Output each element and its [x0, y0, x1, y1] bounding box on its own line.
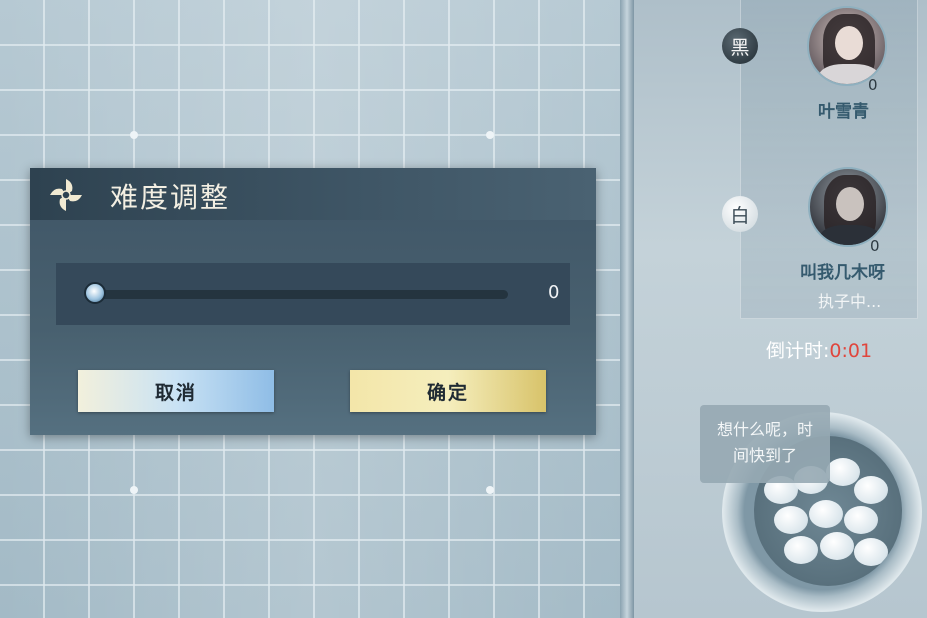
star-point — [130, 486, 138, 494]
slider-handle[interactable] — [84, 282, 106, 304]
black-score: 0 — [868, 76, 878, 94]
slider-track[interactable] — [94, 290, 508, 299]
confirm-button[interactable]: 确定 — [350, 370, 546, 412]
black-player-name: 叶雪青 — [818, 102, 869, 122]
countdown: 倒计时:0:01 — [766, 336, 872, 363]
white-player-name: 叫我几木呀 — [800, 263, 885, 283]
turn-status: 执子中... — [818, 292, 882, 311]
countdown-label: 倒计时: — [766, 340, 830, 362]
difficulty-slider[interactable]: 0 — [56, 263, 570, 325]
star-point — [486, 486, 494, 494]
cancel-button[interactable]: 取消 — [78, 370, 274, 412]
avatar-face — [836, 187, 864, 221]
star-point — [486, 131, 494, 139]
dialog-header: 难度调整 — [30, 168, 596, 220]
chat-bubble-line: 间快到了 — [732, 446, 797, 465]
white-score: 0 — [870, 237, 880, 255]
board-edge — [620, 0, 634, 618]
chat-bubble-line: 想什么呢，时 — [716, 420, 813, 439]
countdown-value: 0:01 — [829, 340, 873, 362]
slider-value: 0 — [548, 282, 560, 303]
black-stone-badge: 黑 — [722, 28, 758, 64]
difficulty-dialog: 难度调整 0 取消 确定 — [30, 168, 596, 435]
star-point — [130, 131, 138, 139]
avatar-white-player[interactable] — [808, 167, 888, 247]
pinwheel-icon — [50, 179, 82, 211]
white-stone-badge: 白 — [722, 196, 758, 232]
chat-bubble: 想什么呢，时 间快到了 — [700, 405, 830, 483]
avatar-black-player[interactable] — [807, 6, 887, 86]
dialog-title: 难度调整 — [110, 181, 231, 214]
avatar-face — [835, 26, 863, 60]
